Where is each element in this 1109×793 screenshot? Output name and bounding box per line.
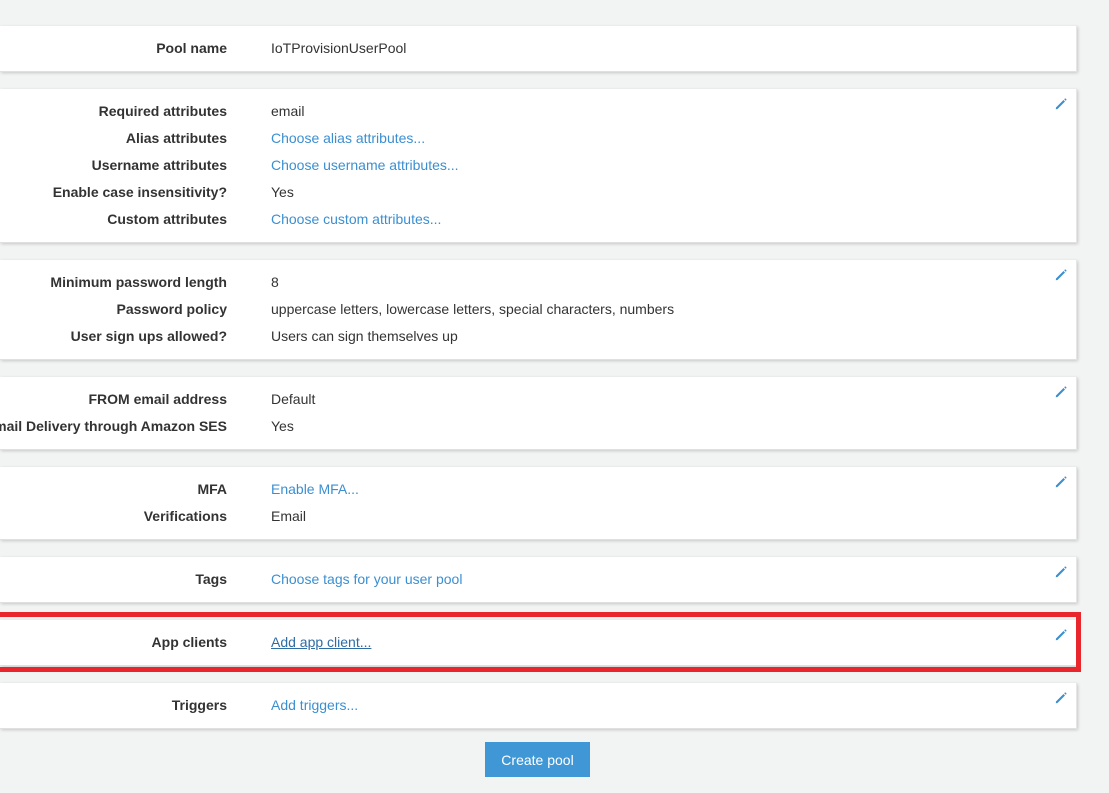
tags-row: Tags Choose tags for your user pool <box>0 569 1077 589</box>
choose-alias-attributes-link[interactable]: Choose alias attributes... <box>271 128 425 148</box>
pool-name-label: Pool name <box>156 40 227 56</box>
case-insensitivity-row: Enable case insensitivity? Yes <box>0 182 1077 202</box>
attributes-card: Required attributes email Alias attribut… <box>0 89 1077 243</box>
email-delivery-ses-label: Email Delivery through Amazon SES <box>0 418 227 434</box>
verifications-label: Verifications <box>143 508 227 524</box>
min-password-length-value: 8 <box>271 274 279 290</box>
add-triggers-link[interactable]: Add triggers... <box>271 695 358 715</box>
from-email-label: FROM email address <box>88 391 228 407</box>
username-attributes-row: Username attributes Choose username attr… <box>0 155 1077 175</box>
enable-mfa-link[interactable]: Enable MFA... <box>271 479 359 499</box>
email-delivery-ses-value: Yes <box>271 418 294 434</box>
policies-card: Minimum password length 8 Password polic… <box>0 260 1077 360</box>
case-insensitivity-label: Enable case insensitivity? <box>52 184 227 200</box>
password-policy-value: uppercase letters, lowercase letters, sp… <box>271 301 675 317</box>
triggers-row: Triggers Add triggers... <box>0 695 1077 715</box>
case-insensitivity-value: Yes <box>271 184 294 200</box>
mfa-label: MFA <box>197 481 227 497</box>
password-policy-label: Password policy <box>116 301 227 317</box>
required-attributes-row: Required attributes email <box>0 101 1077 121</box>
choose-custom-attributes-link[interactable]: Choose custom attributes... <box>271 209 441 229</box>
required-attributes-label: Required attributes <box>98 103 227 119</box>
alias-attributes-label: Alias attributes <box>125 130 227 146</box>
pool-name-row: Pool name IoTProvisionUserPool <box>0 38 1077 58</box>
email-delivery-ses-row: Email Delivery through Amazon SES Yes <box>0 416 1077 436</box>
user-sign-ups-label: User sign ups allowed? <box>70 328 227 344</box>
verifications-row: Verifications Email <box>0 506 1077 526</box>
from-email-row: FROM email address Default <box>0 389 1077 409</box>
from-email-value: Default <box>271 391 316 407</box>
password-policy-row: Password policy uppercase letters, lower… <box>0 299 1077 319</box>
custom-attributes-label: Custom attributes <box>107 211 227 227</box>
min-password-length-label: Minimum password length <box>50 274 227 290</box>
email-card: FROM email address Default Email Deliver… <box>0 377 1077 450</box>
required-attributes-value: email <box>271 103 305 119</box>
triggers-label: Triggers <box>171 697 227 713</box>
tags-label: Tags <box>195 571 227 587</box>
mfa-row: MFA Enable MFA... <box>0 479 1077 499</box>
app-clients-label: App clients <box>151 634 227 650</box>
create-pool-button[interactable]: Create pool <box>485 742 590 777</box>
tags-card: Tags Choose tags for your user pool <box>0 557 1077 603</box>
verifications-value: Email <box>271 508 307 524</box>
username-attributes-label: Username attributes <box>91 157 227 173</box>
alias-attributes-row: Alias attributes Choose alias attributes… <box>0 128 1077 148</box>
choose-username-attributes-link[interactable]: Choose username attributes... <box>271 155 459 175</box>
triggers-card: Triggers Add triggers... <box>0 683 1077 729</box>
app-clients-row: App clients Add app client... <box>0 632 1077 652</box>
mfa-card: MFA Enable MFA... Verifications Email <box>0 467 1077 540</box>
app-clients-card: App clients Add app client... <box>0 620 1077 666</box>
add-app-client-link[interactable]: Add app client... <box>271 632 371 652</box>
user-sign-ups-row: User sign ups allowed? Users can sign th… <box>0 326 1077 346</box>
pool-name-card: Pool name IoTProvisionUserPool <box>0 26 1077 72</box>
user-sign-ups-value: Users can sign themselves up <box>271 328 458 344</box>
custom-attributes-row: Custom attributes Choose custom attribut… <box>0 209 1077 229</box>
pool-name-value: IoTProvisionUserPool <box>271 40 407 56</box>
choose-tags-link[interactable]: Choose tags for your user pool <box>271 569 462 589</box>
min-password-length-row: Minimum password length 8 <box>0 272 1077 292</box>
